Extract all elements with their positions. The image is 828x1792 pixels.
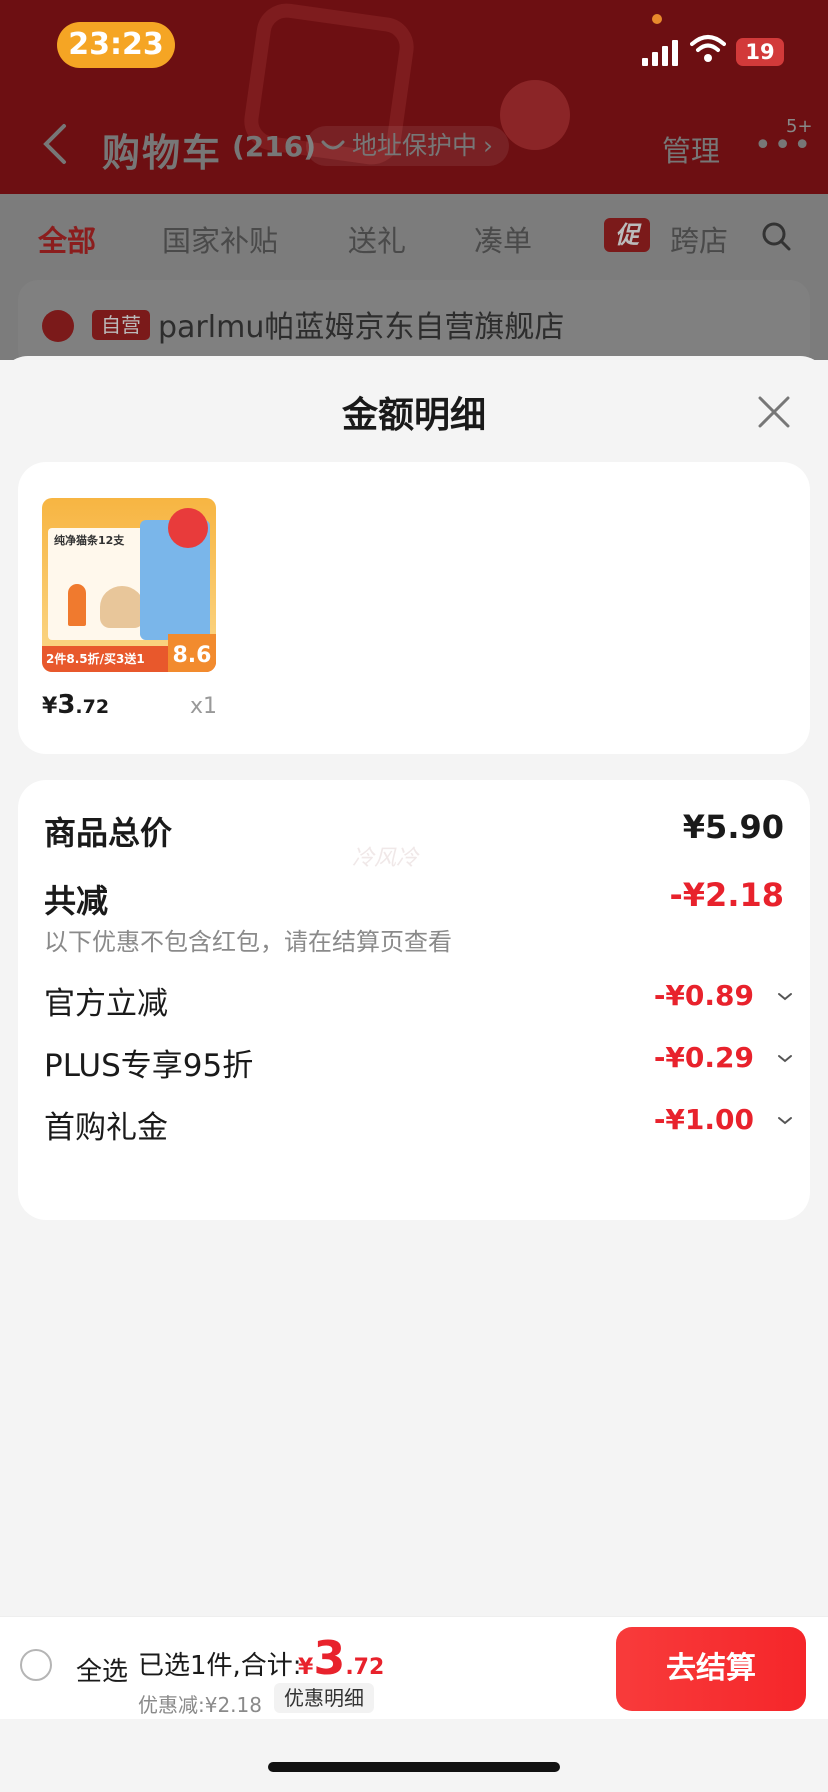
total-reduce-label: 共减	[44, 882, 109, 920]
address-protect-label: 地址保护中	[352, 131, 478, 160]
discount-amount[interactable]: -¥0.89	[654, 979, 754, 1012]
amount-detail-sheet: 金额明细 纯净猫条12支 2件8.5折/买3送1 8.6 ¥3.72 x1 商品…	[0, 356, 828, 1792]
checkmark-badge-icon	[168, 508, 208, 548]
search-icon[interactable]	[760, 220, 792, 252]
product-price: ¥3.72	[42, 690, 109, 720]
price-currency: ¥	[42, 694, 58, 719]
discount-label: 官方立减	[44, 986, 168, 1022]
chevron-right-icon: ›	[483, 131, 494, 160]
price-summary-card: 商品总价 ¥5.90 冷风冷 共减 -¥2.18 以下优惠不包含红包，请在结算页…	[18, 780, 810, 1220]
selected-summary: 已选1件,合计:	[138, 1651, 302, 1681]
discount-amount[interactable]: -¥0.29	[654, 1041, 754, 1074]
checkout-bar: 全选 已选1件,合计: ¥3.72 优惠减:¥2.18 优惠明细 去结算	[0, 1616, 828, 1719]
close-icon[interactable]	[754, 392, 794, 432]
chevron-down-icon[interactable]	[776, 1050, 794, 1068]
tab-bundle[interactable]: 凑单	[474, 218, 532, 260]
battery-indicator: 19	[736, 38, 784, 66]
discount-label: 首购礼金	[44, 1110, 168, 1146]
store-name[interactable]: parlmu帕蓝姆京东自营旗舰店	[158, 302, 564, 346]
thumbnail-price-tag: 8.6	[168, 634, 216, 672]
total-amount: ¥3.72	[298, 1631, 384, 1685]
tab-national-subsidy[interactable]: 国家补贴	[162, 218, 278, 260]
watermark: 冷风冷	[352, 846, 419, 871]
shield-smile-icon	[321, 140, 345, 150]
product-thumbnail[interactable]: 纯净猫条12支 2件8.5折/买3送1 8.6	[42, 498, 216, 672]
promo-badge: 促	[604, 218, 650, 252]
manage-button[interactable]: 管理	[662, 128, 720, 170]
product-quantity: x1	[190, 694, 218, 719]
store-check-icon[interactable]	[42, 310, 74, 342]
chevron-down-icon[interactable]	[776, 988, 794, 1006]
checkout-button[interactable]: 去结算	[616, 1627, 806, 1711]
thumbnail-label: 纯净猫条12支	[54, 534, 125, 547]
select-all-checkbox[interactable]	[20, 1649, 52, 1681]
back-arrow-icon[interactable]	[38, 122, 72, 166]
price-decimal: .72	[75, 696, 110, 718]
product-card: 纯净猫条12支 2件8.5折/买3送1 8.6 ¥3.72 x1	[18, 462, 810, 754]
chevron-down-icon[interactable]	[776, 1112, 794, 1130]
header: 23:23 19 购物车 (216) 地址保护中 › 管理 ••• 5+	[0, 0, 828, 194]
status-dot	[652, 14, 662, 24]
discount-label: PLUS专享95折	[44, 1048, 254, 1084]
discount-note: 以下优惠不包含红包，请在结算页查看	[44, 928, 452, 956]
discount-detail-button[interactable]: 优惠明细	[274, 1683, 374, 1713]
status-time: 23:23	[57, 22, 175, 68]
cart-list-background: 自营 parlmu帕蓝姆京东自营旗舰店	[0, 280, 828, 370]
home-indicator	[268, 1762, 560, 1772]
total-currency: ¥	[298, 1655, 314, 1680]
tab-gift[interactable]: 送礼	[348, 218, 406, 260]
bowl-illustration	[100, 586, 144, 628]
total-decimal: .72	[345, 1655, 385, 1680]
discount-amount[interactable]: -¥1.00	[654, 1103, 754, 1136]
select-all-label[interactable]: 全选	[76, 1651, 128, 1688]
discount-summary: 优惠减:¥2.18	[138, 1693, 262, 1717]
sheet-title: 金额明细	[341, 395, 486, 436]
cart-count: (216)	[232, 130, 317, 163]
tab-cross-store[interactable]: 跨店	[670, 218, 728, 260]
filter-tabs: 全部 国家补贴 送礼 凑单 促 跨店	[0, 194, 828, 280]
total-price-value: ¥5.90	[682, 808, 784, 846]
total-integer: 3	[313, 1631, 346, 1685]
total-reduce-value: -¥2.18	[669, 876, 785, 914]
price-integer: 3	[57, 690, 76, 720]
more-badge: 5+	[786, 116, 813, 137]
tab-all[interactable]: 全部	[38, 218, 96, 260]
signal-icon	[642, 38, 682, 66]
carrot-illustration	[68, 584, 86, 626]
header-decoration-heart	[500, 80, 570, 150]
self-operated-tag: 自营	[92, 310, 150, 340]
wifi-icon	[690, 35, 726, 62]
page-title: 购物车	[102, 131, 223, 175]
address-protect-pill[interactable]: 地址保护中 ›	[306, 126, 510, 166]
total-price-label: 商品总价	[44, 814, 173, 852]
